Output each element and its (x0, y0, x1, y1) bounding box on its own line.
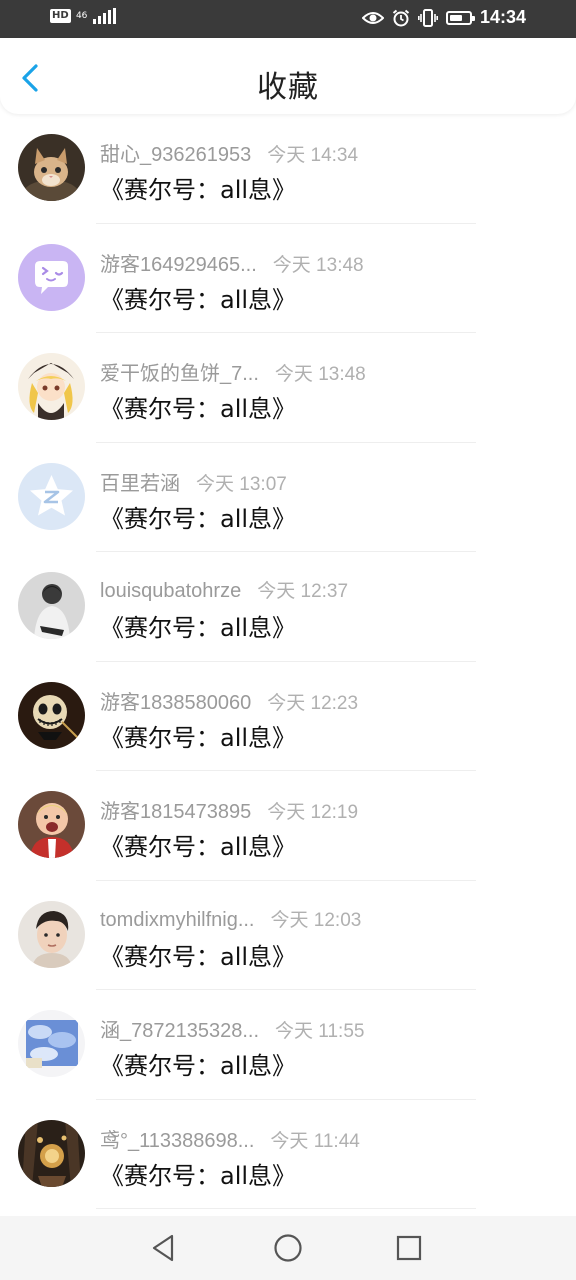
timestamp: 今天 12:19 (267, 802, 359, 823)
navigation-bar (0, 1216, 576, 1280)
username: 百里若涵 (100, 472, 180, 495)
timestamp: 今天 12:03 (270, 909, 362, 931)
status-right: 14:34 (361, 7, 526, 28)
favorite-title: 《赛尔号：all息》 (100, 614, 297, 642)
favorite-title: 《赛尔号：all息》 (100, 1161, 297, 1190)
item-meta: 甜心_936261953 今天 14:34 (100, 138, 358, 167)
item-meta: 鸢°_113388698... 今天 11:44 (100, 1124, 360, 1153)
avatar[interactable] (18, 572, 85, 639)
page-title: 收藏 (257, 70, 319, 105)
username: 甜心_936261953 (100, 144, 252, 166)
username: louisqubatohrze (100, 580, 242, 602)
network-type: 46 (75, 10, 88, 21)
username: tomdixmyhilfnig... (100, 908, 255, 931)
item-meta: louisqubatohrze 今天 12:37 (100, 576, 348, 603)
hd-badge: HD (50, 9, 71, 23)
favorite-title: 《赛尔号：all息》 (100, 1052, 297, 1080)
username: 游客1838580060 (100, 691, 252, 714)
title-bar: 收藏 (0, 38, 576, 114)
timestamp: 今天 11:55 (275, 1021, 365, 1042)
status-time: 14:34 (479, 7, 526, 27)
username: 涵_7872135328... (100, 1020, 260, 1042)
status-bar: HD 46 14:34 (0, 0, 576, 38)
item-meta: 百里若涵 今天 13:07 (100, 467, 287, 496)
battery-icon (445, 10, 475, 25)
divider (96, 1208, 476, 1209)
avatar[interactable] (18, 900, 85, 968)
list-item[interactable]: 鸢°_113388698... 今天 11:44 《赛尔号：all息》 (0, 1100, 576, 1209)
item-meta: 爱干饭的鱼饼_7... 今天 13:48 (100, 357, 366, 386)
alarm-icon (392, 9, 410, 26)
favorite-title: 《赛尔号：all息》 (100, 176, 297, 204)
avatar[interactable] (18, 462, 85, 530)
username: 鸢°_113388698... (100, 1129, 255, 1152)
list-item[interactable]: 游客1838580060 今天 12:23 《赛尔号：all息》 (0, 662, 576, 771)
list-item[interactable]: 游客1815473895 今天 12:19 《赛尔号：all息》 (0, 771, 576, 881)
username: 游客1815473895 (100, 801, 252, 823)
eye-icon (361, 11, 384, 24)
list-item[interactable]: tomdixmyhilfnig... 今天 12:03 《赛尔号：all息》 (0, 881, 576, 990)
item-meta: 游客1815473895 今天 12:19 (100, 795, 358, 824)
favorite-title: 《赛尔号：all息》 (100, 395, 297, 423)
username: 爱干饭的鱼饼_7... (100, 363, 259, 385)
list-item[interactable]: 涵_7872135328... 今天 11:55 《赛尔号：all息》 (0, 990, 576, 1100)
list-item[interactable]: 爱干饭的鱼饼_7... 今天 13:48 《赛尔号：all息》 (0, 333, 576, 443)
nav-home-button[interactable] (270, 1230, 306, 1266)
square-recents-icon (396, 1235, 422, 1261)
timestamp: 今天 12:37 (257, 581, 349, 602)
username: 游客164929465... (100, 253, 257, 276)
nav-back-button[interactable] (146, 1230, 182, 1266)
nav-recents-button[interactable] (391, 1230, 427, 1266)
favorite-title: 《赛尔号：all息》 (100, 723, 297, 752)
list-item[interactable]: louisqubatohrze 今天 12:37 《赛尔号：all息》 (0, 552, 576, 662)
item-meta: tomdixmyhilfnig... 今天 12:03 (100, 905, 361, 932)
timestamp: 今天 13:48 (272, 254, 364, 276)
favorite-title: 《赛尔号：all息》 (100, 833, 297, 861)
timestamp: 今天 13:48 (274, 364, 366, 385)
item-meta: 游客1838580060 今天 12:23 (100, 686, 358, 715)
list-item[interactable]: 游客164929465... 今天 13:48 《赛尔号：all息》 (0, 224, 576, 333)
favorite-title: 《赛尔号：all息》 (100, 504, 297, 533)
avatar[interactable] (18, 1119, 85, 1187)
timestamp: 今天 14:34 (267, 145, 359, 166)
timestamp: 今天 13:07 (196, 473, 287, 495)
item-meta: 涵_7872135328... 今天 11:55 (100, 1014, 364, 1043)
avatar[interactable] (18, 681, 85, 749)
status-left: HD 46 (50, 8, 116, 24)
vibrate-icon (417, 8, 438, 27)
favorite-title: 《赛尔号：all息》 (100, 942, 297, 971)
circle-home-icon (274, 1234, 302, 1262)
item-meta: 游客164929465... 今天 13:48 (100, 248, 364, 277)
triangle-back-icon (152, 1234, 174, 1262)
signal-icon (92, 8, 116, 24)
avatar[interactable] (18, 1010, 85, 1077)
avatar[interactable] (18, 134, 85, 201)
list-item[interactable]: 甜心_936261953 今天 14:34 《赛尔号：all息》 (0, 114, 576, 224)
avatar[interactable] (18, 791, 85, 858)
avatar[interactable] (18, 243, 85, 311)
favorites-list: 甜心_936261953 今天 14:34 《赛尔号：all息》 游客16492… (0, 114, 576, 1209)
avatar[interactable] (18, 353, 85, 420)
timestamp: 今天 12:23 (267, 692, 359, 714)
timestamp: 今天 11:44 (270, 1130, 360, 1152)
list-item[interactable]: 百里若涵 今天 13:07 《赛尔号：all息》 (0, 443, 576, 552)
favorite-title: 《赛尔号：all息》 (100, 285, 297, 314)
